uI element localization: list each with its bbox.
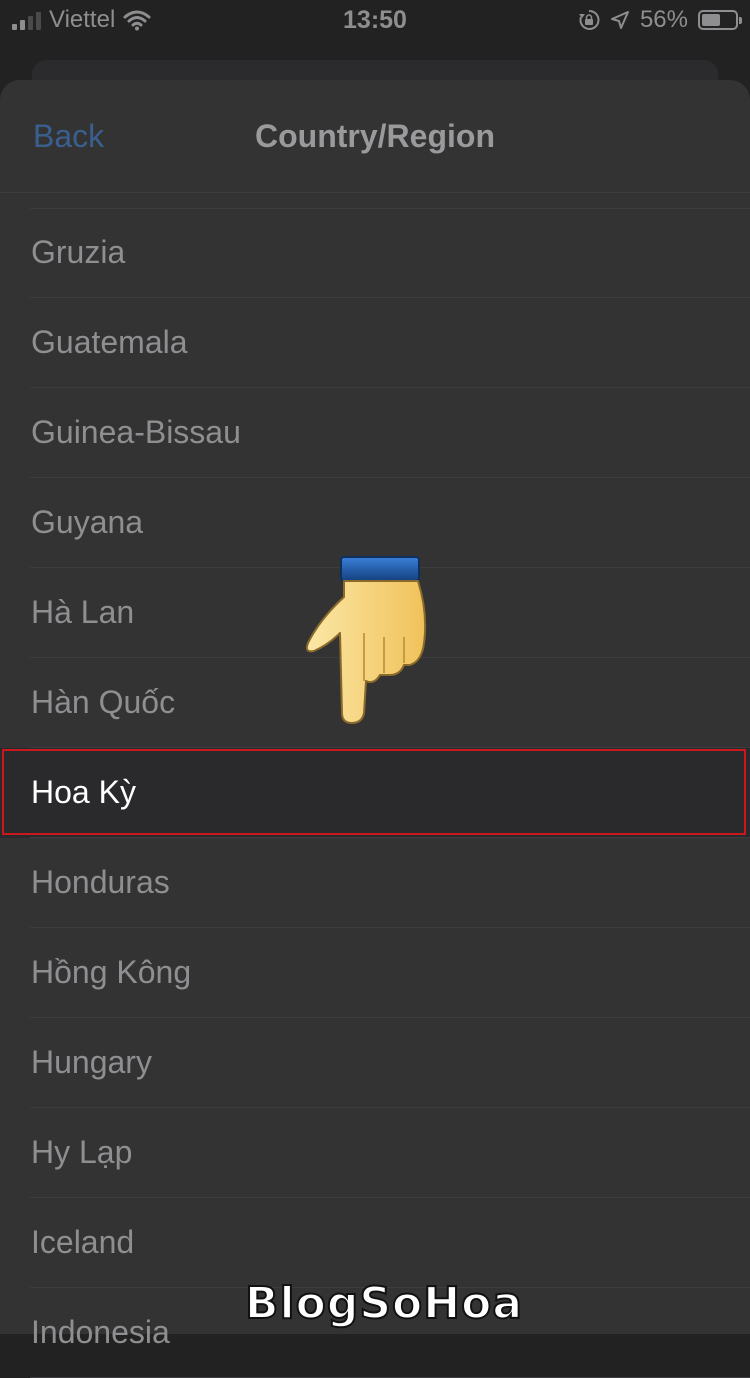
country-row[interactable]: Guatemala: [0, 298, 750, 388]
battery-icon: [698, 10, 742, 30]
country-label: Hungary: [31, 1044, 152, 1080]
country-label: Hoa Kỳ: [31, 774, 136, 810]
country-label: Guatemala: [31, 324, 188, 360]
navigation-bar: Back Country/Region: [0, 80, 750, 193]
battery-fill: [702, 14, 720, 26]
country-list: Gruzia Guatemala Guinea-Bissau Guyana Hà Lan…: [0, 208, 750, 1378]
country-label: Hà Lan: [31, 594, 135, 630]
pointing-hand-icon: [305, 556, 427, 724]
country-row[interactable]: Hồng Kông: [0, 928, 750, 1018]
country-label: Hy Lạp: [31, 1134, 133, 1170]
country-row[interactable]: Guinea-Bissau: [0, 388, 750, 478]
battery-percent: 56%: [639, 6, 688, 33]
country-row[interactable]: Honduras: [0, 838, 750, 928]
country-label: Guinea-Bissau: [31, 414, 241, 450]
location-arrow-icon: [610, 11, 629, 29]
country-row[interactable]: Iceland: [0, 1198, 750, 1288]
status-bar: Viettel 13:50 56%: [0, 0, 750, 40]
country-label: Indonesia: [31, 1314, 170, 1350]
country-label: Honduras: [31, 864, 170, 900]
country-row-selected[interactable]: Hoa Kỳ: [0, 748, 750, 838]
country-row[interactable]: Hungary: [0, 1018, 750, 1108]
country-label: Guyana: [31, 504, 144, 540]
country-label: Hồng Kông: [31, 954, 192, 990]
page-title: Country/Region: [255, 118, 495, 154]
country-row[interactable]: Gruzia: [0, 208, 750, 298]
country-label: Iceland: [31, 1224, 135, 1260]
country-label: Gruzia: [31, 234, 126, 270]
rotation-lock-icon: [578, 9, 600, 30]
watermark-logo: BlogSoHoa: [244, 1277, 524, 1330]
country-row[interactable]: Hy Lạp: [0, 1108, 750, 1198]
status-bar-right: 56%: [578, 6, 742, 34]
country-label: Hàn Quốc: [31, 684, 176, 720]
